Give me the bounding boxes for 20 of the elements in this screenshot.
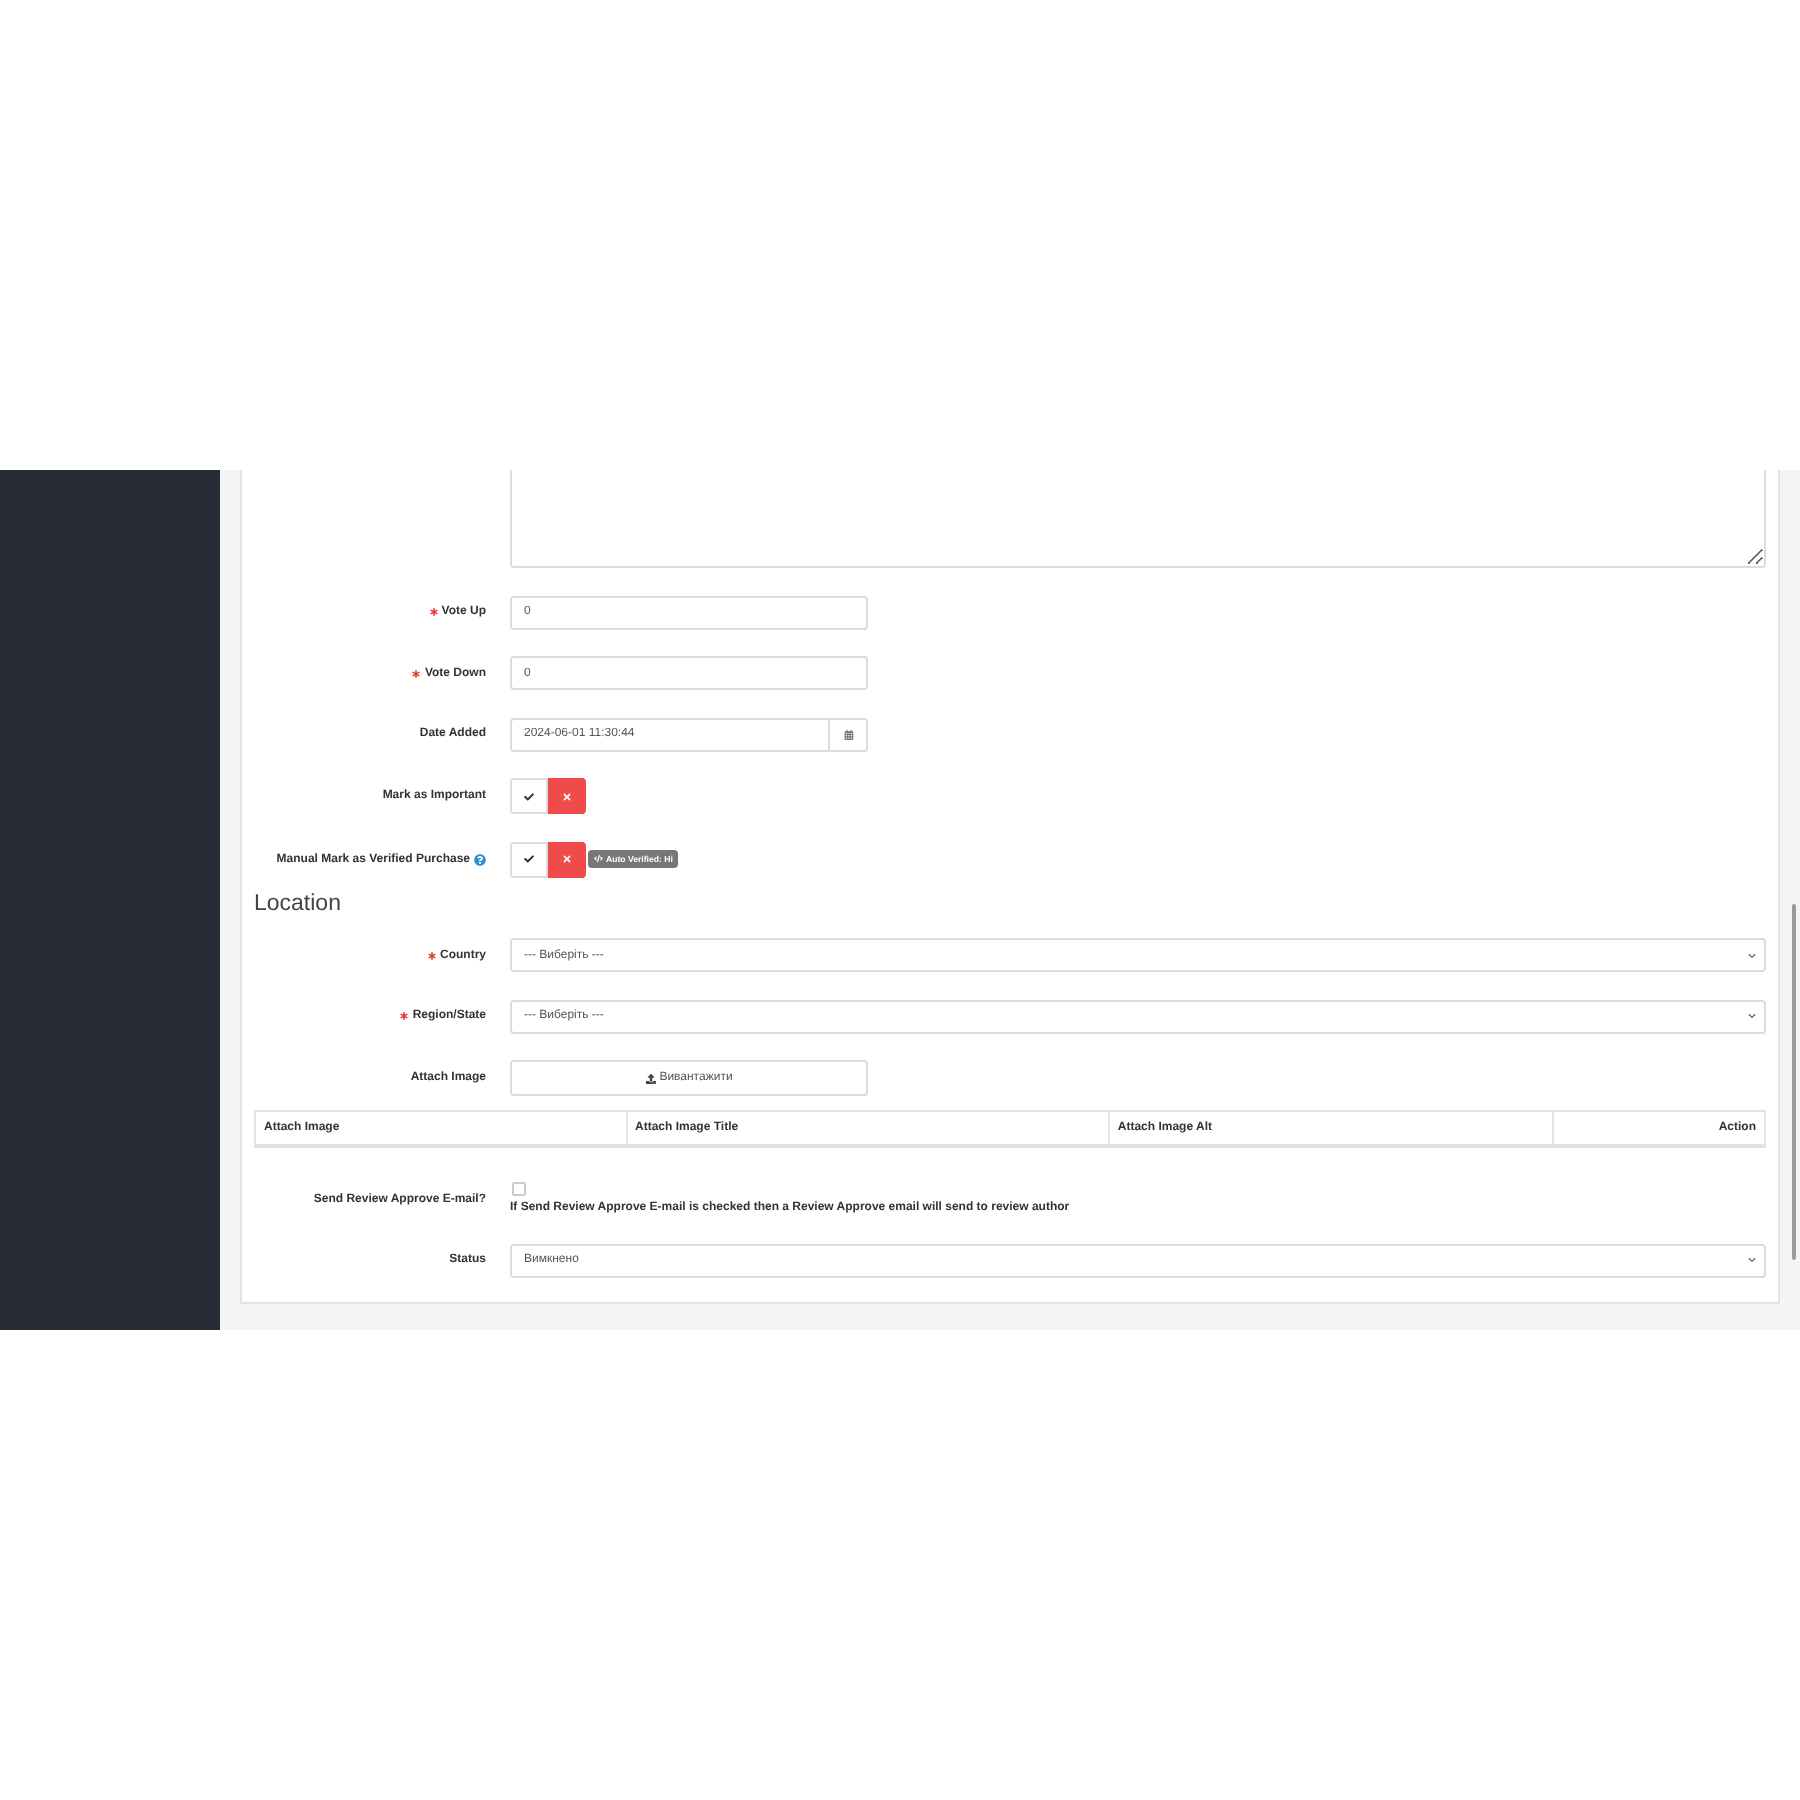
no-button[interactable] (548, 841, 586, 877)
chevron-down-icon (1748, 1256, 1756, 1264)
check-icon (524, 791, 534, 801)
check-icon (524, 854, 534, 864)
cross-icon (562, 791, 572, 801)
checkbox[interactable] (512, 1182, 526, 1196)
chevron-down-icon (1748, 951, 1756, 959)
textarea-field[interactable] (510, 470, 1766, 568)
help-icon[interactable] (474, 853, 486, 865)
calendar-button[interactable] (830, 717, 868, 751)
yes-button[interactable] (510, 778, 548, 814)
calendar-icon (843, 729, 853, 739)
section-heading: Location (254, 889, 341, 919)
cross-icon (562, 854, 572, 864)
code-icon (594, 854, 603, 864)
no-button[interactable] (548, 778, 586, 814)
scrollbar-thumb[interactable] (1792, 904, 1796, 1260)
chevron-down-icon (1748, 1012, 1756, 1020)
yes-button[interactable] (510, 841, 548, 877)
upload-icon (645, 1073, 656, 1083)
